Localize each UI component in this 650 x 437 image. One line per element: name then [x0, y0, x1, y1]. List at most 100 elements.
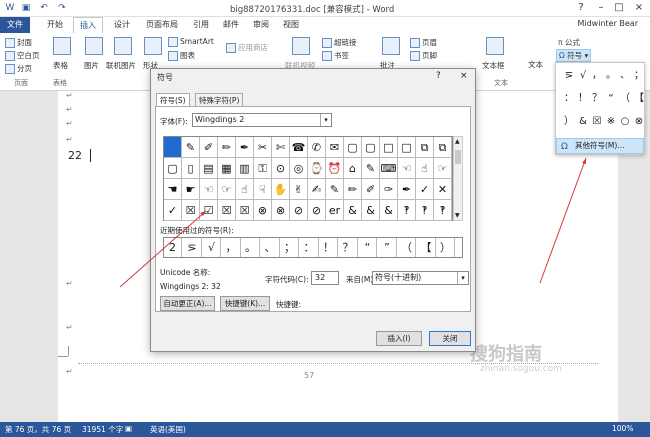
- symbol-cell[interactable]: ✕: [434, 179, 452, 200]
- symbol-cell[interactable]: ☞: [434, 158, 452, 179]
- recent-symbol[interactable]: 。: [242, 238, 260, 257]
- symbol-cell[interactable]: ⊙: [272, 158, 290, 179]
- tab-insert[interactable]: 插入: [73, 17, 103, 33]
- symbol-cell[interactable]: ✎: [362, 158, 380, 179]
- symbol-cell[interactable]: er: [326, 200, 344, 221]
- symbol-cell[interactable]: ☑: [200, 200, 218, 221]
- symbol-cell[interactable]: ✎: [326, 179, 344, 200]
- symbol-cell[interactable]: &: [380, 200, 398, 221]
- autocorrect-button[interactable]: 自动更正(A)...: [160, 296, 215, 311]
- recent-symbol[interactable]: ；: [281, 238, 299, 257]
- undo-icon[interactable]: ↶: [38, 2, 50, 14]
- tab-symbols[interactable]: 符号(S): [156, 93, 190, 107]
- symbol-cell[interactable]: ⚿: [254, 158, 272, 179]
- symbol-cell[interactable]: ✓: [416, 179, 434, 200]
- symbol-cell[interactable]: ☟: [254, 179, 272, 200]
- proofing-icon[interactable]: ▣: [125, 424, 132, 433]
- recent-symbol[interactable]: “: [359, 238, 377, 257]
- symbol-cell[interactable]: ☜: [398, 158, 416, 179]
- dropdown-symbol[interactable]: ⊗: [630, 113, 648, 131]
- tab-view[interactable]: 视图: [278, 17, 304, 33]
- save-icon[interactable]: ▣: [20, 2, 32, 14]
- recent-symbol[interactable]: ，: [223, 238, 241, 257]
- symbol-cell[interactable]: ✒: [398, 179, 416, 200]
- symbol-cell[interactable]: ▢: [362, 137, 380, 158]
- close-dialog-button[interactable]: 关闭: [429, 331, 471, 346]
- symbol-cell[interactable]: ✉: [326, 137, 344, 158]
- chart-button[interactable]: 图表: [168, 50, 195, 61]
- symbol-cell[interactable]: ☛: [182, 179, 200, 200]
- symbol-cell[interactable]: ‽: [398, 200, 416, 221]
- recent-symbol[interactable]: ⋝: [184, 238, 202, 257]
- symbol-cell[interactable]: &: [344, 200, 362, 221]
- recent-symbol[interactable]: √: [203, 238, 221, 257]
- smartart-button[interactable]: SmartArt: [168, 37, 214, 47]
- table-button[interactable]: 表格: [53, 60, 68, 71]
- document-text[interactable]: 22: [68, 149, 82, 162]
- symbol-cell[interactable]: ▢: [164, 158, 182, 179]
- dialog-close-button[interactable]: ×: [460, 71, 468, 81]
- tab-special-characters[interactable]: 特殊字符(P): [195, 93, 244, 107]
- symbol-cell[interactable]: ▦: [218, 158, 236, 179]
- symbol-cell[interactable]: ‽: [434, 200, 452, 221]
- shortcut-key-button[interactable]: 快捷键(K)...: [220, 296, 270, 311]
- from-select[interactable]: 符号(十进制) ▾: [372, 271, 469, 285]
- symbol-cell[interactable]: ✎: [182, 137, 200, 158]
- recent-symbol[interactable]: 2: [164, 238, 182, 257]
- recent-symbol[interactable]: 【: [418, 238, 436, 257]
- symbol-cell[interactable]: ▥: [236, 158, 254, 179]
- symbol-cell[interactable]: ⏰: [326, 158, 344, 179]
- symbol-cell[interactable]: ✆: [308, 137, 326, 158]
- app-store-button[interactable]: 应用商店: [226, 42, 268, 53]
- dropdown-symbol[interactable]: 【: [630, 90, 648, 108]
- symbol-cell[interactable]: ⊘: [290, 200, 308, 221]
- picture-button[interactable]: 图片: [84, 60, 99, 71]
- symbol-cell[interactable]: ⊘: [308, 200, 326, 221]
- symbol-cell[interactable]: □: [380, 137, 398, 158]
- symbol-cell[interactable]: ☒: [218, 200, 236, 221]
- tab-layout[interactable]: 页面布局: [140, 17, 184, 33]
- tab-references[interactable]: 引用: [188, 17, 214, 33]
- footer-button[interactable]: 页脚: [410, 50, 437, 61]
- symbol-cell[interactable]: ⊗: [272, 200, 290, 221]
- symbol-cell[interactable]: □: [398, 137, 416, 158]
- symbol-cell[interactable]: ☞: [218, 179, 236, 200]
- symbol-cell[interactable]: &: [362, 200, 380, 221]
- dropdown-symbol[interactable]: ；: [630, 67, 648, 85]
- symbol-button[interactable]: Ω 符号 ▾: [556, 49, 592, 62]
- tab-file[interactable]: 文件: [0, 17, 30, 33]
- symbol-cell[interactable]: ✏: [344, 179, 362, 200]
- symbol-cell[interactable]: ✄: [272, 137, 290, 158]
- user-name[interactable]: Midwinter Bear: [577, 19, 638, 28]
- recent-symbol[interactable]: （: [398, 238, 416, 257]
- zoom-level[interactable]: 100%: [612, 424, 633, 433]
- bookmark-button[interactable]: 书签: [322, 50, 349, 61]
- dialog-help-button[interactable]: ?: [436, 71, 441, 81]
- tab-home[interactable]: 开始: [40, 17, 70, 33]
- symbol-cell[interactable]: ✏: [218, 137, 236, 158]
- symbol-cell[interactable]: ✐: [362, 179, 380, 200]
- header-button[interactable]: 页眉: [410, 37, 437, 48]
- page-count[interactable]: 第 76 页，共 76 页: [5, 424, 71, 435]
- recent-symbol[interactable]: ”: [379, 238, 397, 257]
- symbol-cell[interactable]: ▢: [344, 137, 362, 158]
- scroll-thumb[interactable]: [455, 150, 461, 164]
- symbol-cell[interactable]: ✐: [200, 137, 218, 158]
- char-code-input[interactable]: 32: [311, 271, 339, 285]
- symbol-cell[interactable]: ⧉: [416, 137, 434, 158]
- symbol-cell[interactable]: ☚: [164, 179, 182, 200]
- hyperlink-button[interactable]: 超链接: [322, 37, 357, 48]
- help-icon[interactable]: ?: [572, 1, 590, 15]
- symbol-cell[interactable]: ☒: [182, 200, 200, 221]
- symbol-cell[interactable]: ⌨: [380, 158, 398, 179]
- symbol-cell[interactable]: ☝: [236, 179, 254, 200]
- word-count[interactable]: 31951 个字: [82, 424, 123, 435]
- scroll-up-icon[interactable]: ▲: [455, 138, 460, 145]
- equation-button[interactable]: π 公式: [558, 37, 580, 48]
- recent-symbol[interactable]: ？: [340, 238, 358, 257]
- recent-symbol[interactable]: ！: [320, 238, 338, 257]
- online-picture-button[interactable]: 联机图片: [106, 60, 136, 71]
- symbol-cell[interactable]: ⌂: [344, 158, 362, 179]
- tab-mailings[interactable]: 邮件: [218, 17, 244, 33]
- font-select[interactable]: Wingdings 2 ▾: [192, 113, 332, 127]
